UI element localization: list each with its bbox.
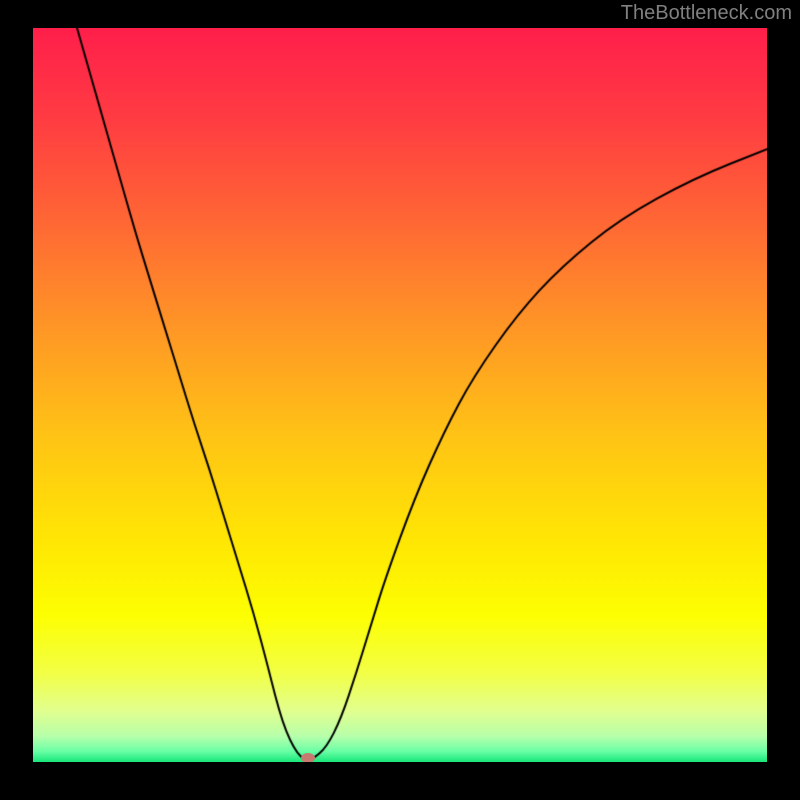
bottleneck-point-marker bbox=[301, 753, 315, 762]
plot-area bbox=[33, 28, 767, 762]
watermark-text: TheBottleneck.com bbox=[621, 2, 792, 25]
chart-frame: TheBottleneck.com bbox=[0, 0, 800, 800]
bottleneck-curve bbox=[33, 28, 767, 762]
